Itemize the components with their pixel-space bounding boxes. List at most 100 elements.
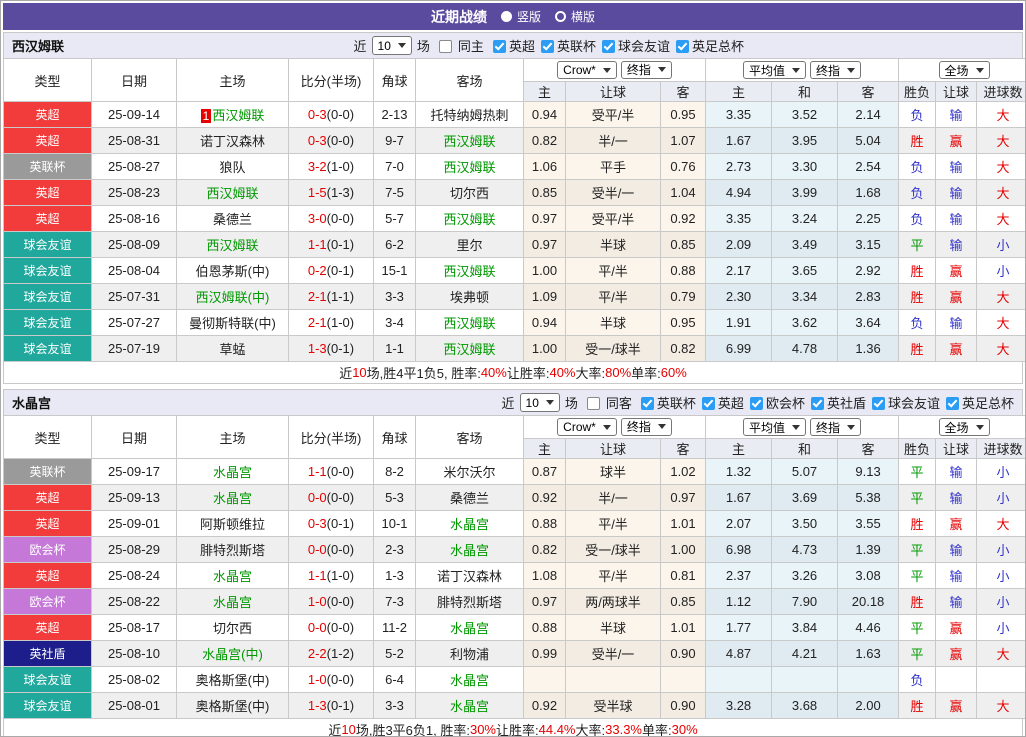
- odds-home: 0.94: [523, 309, 566, 336]
- chevron-down-icon: [792, 67, 801, 73]
- odds-handicap-line: 半/一: [565, 127, 661, 154]
- half-time-score: (1-3): [326, 185, 355, 200]
- result-win-draw-loss: 负: [898, 309, 937, 336]
- radio-selected-icon[interactable]: [500, 11, 512, 22]
- avg-away: 2.25: [837, 205, 900, 232]
- home-team: 切尔西: [176, 614, 289, 641]
- result-goals: 小: [976, 257, 1025, 284]
- away-team: 里尔: [415, 231, 524, 258]
- result-goals: 大: [976, 309, 1025, 336]
- result-win-draw-loss: 平: [898, 536, 937, 563]
- bookmaker-time-select[interactable]: 终指: [620, 60, 672, 79]
- result-goals: 小: [976, 614, 1025, 641]
- league-filter-checkbox[interactable]: [871, 397, 885, 410]
- full-time-score: 1-3: [307, 341, 327, 356]
- half-time-score: (0-0): [326, 211, 355, 226]
- average-select[interactable]: 平均值: [743, 61, 807, 79]
- match-date: 25-08-16: [91, 205, 177, 232]
- corners-cell: 1-3: [373, 562, 416, 589]
- league-filter-checkbox[interactable]: [640, 397, 654, 410]
- match-count-select[interactable]: 10: [371, 36, 412, 55]
- sections-container: 西汉姆联近 10 场同主 英超 英联杯 球会友谊 英足总杯 类型 日期 主场 比分(半场) 角球 客场 C…: [1, 32, 1025, 737]
- corners-cell: 1-1: [373, 335, 416, 362]
- avg-home: 2.37: [705, 562, 773, 589]
- score-cell: 1-3(0-1): [288, 335, 374, 362]
- radio-unselected-icon[interactable]: [555, 11, 566, 22]
- score-cell: 1-1(0-0): [288, 458, 374, 485]
- score-cell: 1-0(0-0): [288, 666, 374, 693]
- away-team-name: 切尔西: [449, 186, 489, 201]
- league-filter-checkbox[interactable]: [492, 40, 506, 53]
- bookmaker-select[interactable]: Crow*: [557, 61, 617, 80]
- odds-away: 0.81: [659, 562, 707, 589]
- result-handicap: 输: [935, 231, 978, 258]
- league-filter-checkbox[interactable]: [749, 397, 763, 410]
- league-filter-checkbox[interactable]: [601, 40, 615, 53]
- corners-cell: 9-7: [373, 127, 416, 154]
- corners-cell: 7-0: [373, 153, 416, 180]
- league-filter-checkbox[interactable]: [810, 397, 824, 410]
- avg-home: 2.30: [705, 283, 773, 310]
- average-select[interactable]: 平均值: [743, 418, 807, 436]
- odds-handicap-line: 受平/半: [565, 205, 661, 232]
- home-team: 狼队: [176, 153, 289, 180]
- layout-radio-vertical[interactable]: 竖版: [500, 8, 541, 25]
- bookmaker-select[interactable]: Crow*: [557, 418, 617, 437]
- same-venue-checkbox[interactable]: [438, 40, 452, 53]
- average-time-select[interactable]: 终指: [810, 61, 862, 79]
- home-team: 阿斯顿维拉: [176, 510, 289, 537]
- result-win-draw-loss: 平: [898, 614, 937, 641]
- avg-home: 3.35: [705, 101, 773, 128]
- result-goals: 大: [976, 692, 1025, 719]
- full-time-score: 0-2: [307, 263, 327, 278]
- summary-segment: 近: [328, 723, 342, 737]
- filter-bar: 近 10 场 同客 英联杯 英超 欧会杯 英社盾 球会友谊 英足总杯: [499, 393, 1014, 412]
- odds-away: 1.01: [659, 510, 707, 537]
- result-handicap: 输: [935, 536, 978, 563]
- scope-select[interactable]: 全场: [938, 418, 990, 436]
- summary-segment: 单率:: [642, 723, 672, 737]
- corners-cell: 5-3: [373, 484, 416, 511]
- avg-home: [705, 666, 773, 693]
- match-date: 25-09-17: [91, 458, 177, 485]
- table-row: 英超 25-08-31 诺丁汉森林 0-3(0-0) 9-7 西汉姆联 0.82 半/一 1.0…: [3, 127, 1025, 154]
- league-type-badge: 欧会杯: [3, 536, 92, 563]
- league-filter-checkbox[interactable]: [945, 397, 959, 410]
- scope-select[interactable]: 全场: [938, 61, 990, 79]
- same-venue-checkbox[interactable]: [586, 397, 600, 410]
- home-team: 1 西汉姆联: [176, 101, 289, 128]
- odds-away: 0.79: [659, 283, 707, 310]
- odds-handicap-line: 半/一: [565, 484, 661, 511]
- match-count-select[interactable]: 10: [519, 393, 560, 412]
- sub-column-header: 让球: [935, 81, 978, 102]
- odds-handicap-line: 平/半: [565, 510, 661, 537]
- layout-radio-horizontal[interactable]: 横版: [555, 8, 595, 25]
- average-time-select[interactable]: 终指: [810, 418, 862, 436]
- league-filter-checkbox[interactable]: [540, 40, 554, 53]
- result-win-draw-loss: 胜: [898, 510, 937, 537]
- league-filter-checkbox[interactable]: [701, 397, 715, 410]
- table-row: 球会友谊 25-08-04 伯恩茅斯(中) 0-2(0-1) 15-1 西汉姆联 1.00 平…: [3, 257, 1025, 284]
- match-date: 25-07-19: [91, 335, 177, 362]
- full-time-score: 2-2: [307, 646, 327, 661]
- away-team-name: 水晶宫: [449, 517, 489, 532]
- league-type-badge: 球会友谊: [3, 309, 92, 336]
- result-win-draw-loss: 负: [898, 205, 937, 232]
- summary-segment: 10: [341, 722, 356, 737]
- away-team: 水晶宫: [415, 510, 524, 537]
- league-filter-checkbox[interactable]: [675, 40, 689, 53]
- result-win-draw-loss: 平: [898, 484, 937, 511]
- away-team-name: 埃弗顿: [449, 290, 489, 305]
- away-team-name: 托特纳姆热刺: [430, 108, 509, 123]
- avg-draw: 3.65: [771, 257, 839, 284]
- odds-home: [523, 666, 566, 693]
- half-time-score: (1-0): [326, 568, 355, 583]
- result-win-draw-loss: 胜: [898, 127, 937, 154]
- odds-handicap-line: 受半球: [565, 692, 661, 719]
- league-filter-label: 英社盾: [826, 396, 866, 411]
- bookmaker-time-select[interactable]: 终指: [620, 417, 672, 436]
- odds-away: 1.00: [659, 536, 707, 563]
- odds-handicap-line: 受一/球半: [565, 536, 661, 563]
- home-team-name: 西汉姆联: [212, 108, 265, 123]
- odds-handicap-line: 球半: [565, 458, 661, 485]
